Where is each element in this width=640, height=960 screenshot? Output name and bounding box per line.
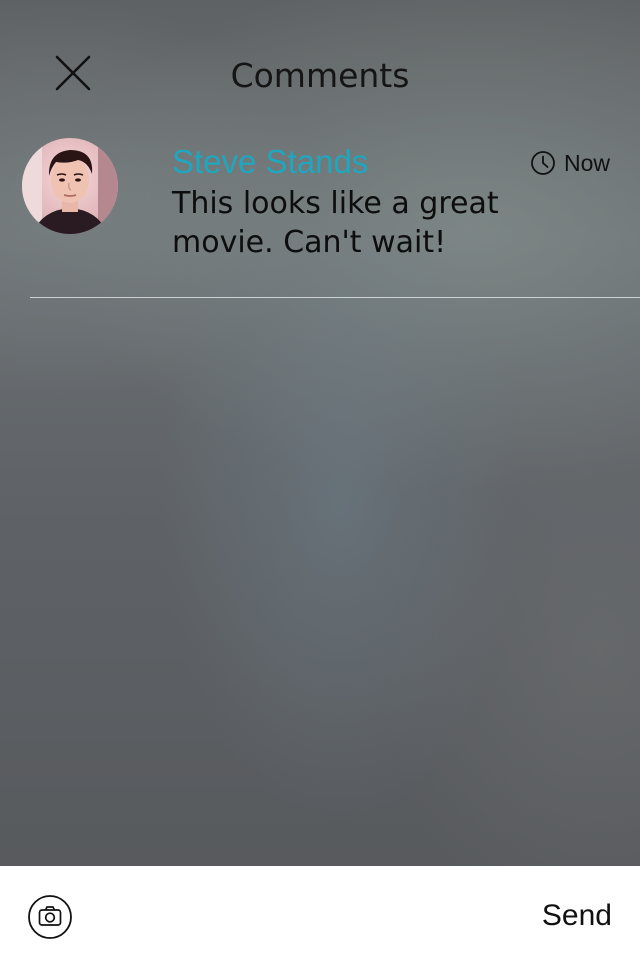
timestamp-label: Now (563, 149, 610, 176)
camera-icon (28, 895, 72, 939)
comment-divider (30, 297, 640, 298)
send-button[interactable]: Send (542, 896, 612, 936)
camera-button[interactable] (27, 894, 73, 940)
comment-item: Steve Stands Now This looks like a great… (0, 138, 640, 298)
clock-icon (531, 151, 555, 175)
avatar[interactable] (22, 138, 118, 234)
comment-timestamp: Now (530, 148, 610, 178)
composer-bar: Send (0, 866, 640, 960)
comment-author[interactable]: Steve Stands (172, 143, 368, 181)
comment-text: This looks like a great movie. Can't wai… (172, 186, 499, 260)
page-title: Comments (230, 56, 410, 95)
